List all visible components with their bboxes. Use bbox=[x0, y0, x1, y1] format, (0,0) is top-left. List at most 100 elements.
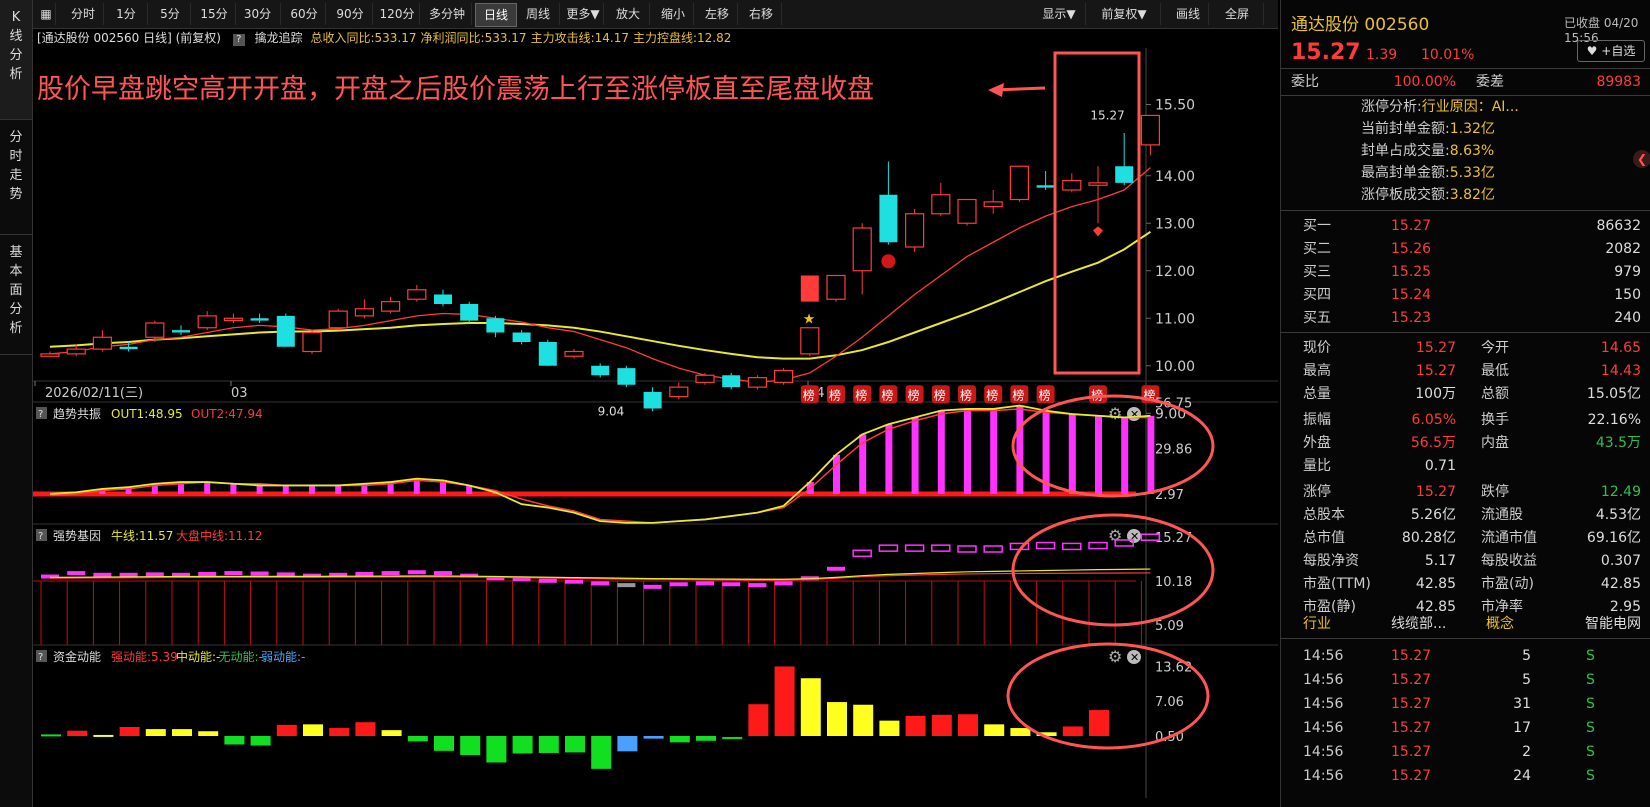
candle-down bbox=[512, 332, 531, 342]
gene-box bbox=[957, 545, 977, 553]
collapse-arrow-icon[interactable]: ❮ bbox=[1633, 150, 1650, 168]
weicha-label: 委差 bbox=[1476, 74, 1504, 90]
fund-bar bbox=[1010, 728, 1031, 736]
candle-down bbox=[250, 318, 269, 321]
toolbar-button-18[interactable]: 画线 bbox=[1168, 3, 1209, 25]
toolbar-button-17[interactable]: 前复权▼ bbox=[1088, 3, 1161, 25]
toolbar-button-4[interactable]: 30分 bbox=[235, 3, 281, 25]
fund-bar bbox=[800, 678, 821, 736]
industry-value: 线缆部... bbox=[1391, 616, 1447, 632]
analysis-row-1: 当前封单金额:1.32亿 bbox=[1361, 118, 1495, 138]
sidebar-kline-tab[interactable]: K线分析 bbox=[0, 0, 32, 120]
bang-flag-label: 榜 bbox=[908, 387, 920, 402]
toolbar-button-13[interactable]: 缩小 bbox=[653, 3, 694, 25]
quote-value: 14.65 bbox=[1600, 340, 1641, 356]
tick-direction: S bbox=[1586, 768, 1595, 784]
tick-direction: S bbox=[1586, 696, 1595, 712]
quote-label: 每股收益 bbox=[1481, 553, 1537, 569]
analysis-row-2: 封单占成交量:8.63% bbox=[1361, 140, 1494, 160]
kline-chart-area[interactable]: 15.5014.0013.0012.0011.0010.009.002026/0… bbox=[33, 28, 1278, 807]
fund-bar bbox=[407, 736, 428, 742]
tick-row: 14:56 15.27 17 S bbox=[1281, 716, 1650, 740]
fund-bar bbox=[41, 734, 61, 737]
toolbar-button-8[interactable]: 多分钟 bbox=[423, 3, 472, 25]
divider bbox=[1281, 332, 1650, 333]
toolbar-button-11[interactable]: 更多▼ bbox=[563, 3, 604, 25]
limit-up-candle bbox=[800, 275, 819, 302]
toolbar-button-15[interactable]: 右移 bbox=[741, 3, 782, 25]
toolbar-button-6[interactable]: 90分 bbox=[328, 3, 373, 25]
sidebar-fundamental-tab[interactable]: 基本面分析 bbox=[0, 235, 32, 355]
fund-panel-help-text: ? bbox=[38, 652, 43, 663]
quote-value: 43.5万 bbox=[1595, 435, 1641, 451]
quote-label: 换手 bbox=[1481, 412, 1509, 428]
fund-bar bbox=[460, 736, 481, 756]
toolbar-button-1[interactable]: 1分 bbox=[105, 3, 148, 25]
candle-up bbox=[381, 301, 401, 312]
fund-bar bbox=[565, 736, 585, 753]
toolbar-button-7[interactable]: 120分 bbox=[375, 3, 420, 25]
candle-up bbox=[773, 369, 794, 383]
toolbar-button-5[interactable]: 60分 bbox=[283, 3, 326, 25]
gene-box bbox=[669, 582, 688, 587]
toolbar-button-2[interactable]: 5分 bbox=[150, 3, 191, 25]
quote-value: 42.85 bbox=[1600, 576, 1641, 592]
candle-up bbox=[669, 386, 689, 398]
fund-bar bbox=[224, 736, 245, 745]
toolbar-button-19[interactable]: 全屏 bbox=[1211, 3, 1264, 25]
tick-price: 15.27 bbox=[1391, 744, 1432, 760]
y-tick-label: 11.00 bbox=[1155, 311, 1195, 327]
fund-bar bbox=[1062, 726, 1083, 736]
candle-down bbox=[722, 375, 741, 388]
toolbar-button-3[interactable]: 15分 bbox=[193, 3, 236, 25]
tick-row: 14:56 15.27 24 S bbox=[1281, 764, 1650, 788]
fund-bar bbox=[381, 730, 402, 736]
tick-price: 15.27 bbox=[1391, 672, 1432, 688]
quote-label: 今开 bbox=[1481, 340, 1509, 356]
concept-label: 概念 bbox=[1486, 616, 1514, 632]
add-watchlist-button[interactable]: ♥ +自选 bbox=[1577, 40, 1645, 62]
fund-bar bbox=[198, 731, 219, 736]
divider bbox=[1281, 68, 1650, 69]
grid-menu-icon[interactable]: ▦ bbox=[37, 3, 56, 25]
trend-panel-close-x: ✕ bbox=[1130, 408, 1139, 421]
toolbar-button-12[interactable]: 放大 bbox=[607, 3, 650, 25]
quote-row: 市盈(TTM) 42.85 市盈(动) 42.85 bbox=[1281, 572, 1650, 596]
fund-bar bbox=[748, 704, 769, 736]
candle-up bbox=[328, 310, 348, 329]
candle-down bbox=[879, 194, 898, 243]
gene-box bbox=[145, 572, 164, 577]
candle-up bbox=[931, 194, 951, 215]
bid-price: 15.23 bbox=[1391, 310, 1432, 326]
quote-value: 4.53亿 bbox=[1595, 507, 1641, 523]
quote-value: 5.17 bbox=[1424, 553, 1456, 569]
y-tick-label: 10.00 bbox=[1155, 359, 1195, 375]
sidebar-timeshare-tab[interactable]: 分时走势 bbox=[0, 120, 32, 235]
toolbar-button-10[interactable]: 周线 bbox=[517, 3, 560, 25]
candle-up bbox=[92, 336, 113, 350]
analysis-label: 封单占成交量: bbox=[1361, 143, 1450, 159]
gene-box bbox=[93, 572, 112, 577]
divider bbox=[1281, 210, 1650, 211]
toolbar-button-16[interactable]: 显示▼ bbox=[1033, 3, 1086, 25]
chart-annotation: 股价早盘跳空高开开盘，开盘之后股价震荡上行至涨停板直至尾盘收盘 bbox=[37, 74, 874, 105]
gene-box bbox=[643, 584, 662, 589]
fund-bar bbox=[303, 724, 323, 736]
fund-bar bbox=[905, 715, 926, 736]
gene-box bbox=[381, 571, 400, 576]
fund-panel-value-0: 强动能:5.39 bbox=[111, 650, 178, 664]
toolbar-button-14[interactable]: 左移 bbox=[697, 3, 738, 25]
analysis-label: 涨停分析: bbox=[1361, 99, 1422, 115]
candle-down bbox=[1036, 185, 1055, 188]
trend-bar bbox=[964, 408, 971, 494]
quote-label: 现价 bbox=[1303, 340, 1331, 356]
bang-flag-label: 榜 bbox=[829, 387, 841, 402]
quote-value: 69.16亿 bbox=[1586, 530, 1641, 546]
quote-label: 量比 bbox=[1303, 458, 1331, 474]
fund-bar bbox=[696, 736, 716, 741]
quote-label: 最高 bbox=[1303, 363, 1331, 379]
toolbar-button-9[interactable]: 日线 bbox=[475, 3, 517, 27]
fund-bar bbox=[853, 704, 874, 736]
candle-up bbox=[66, 348, 86, 355]
toolbar-button-0[interactable]: 分时 bbox=[63, 3, 104, 25]
